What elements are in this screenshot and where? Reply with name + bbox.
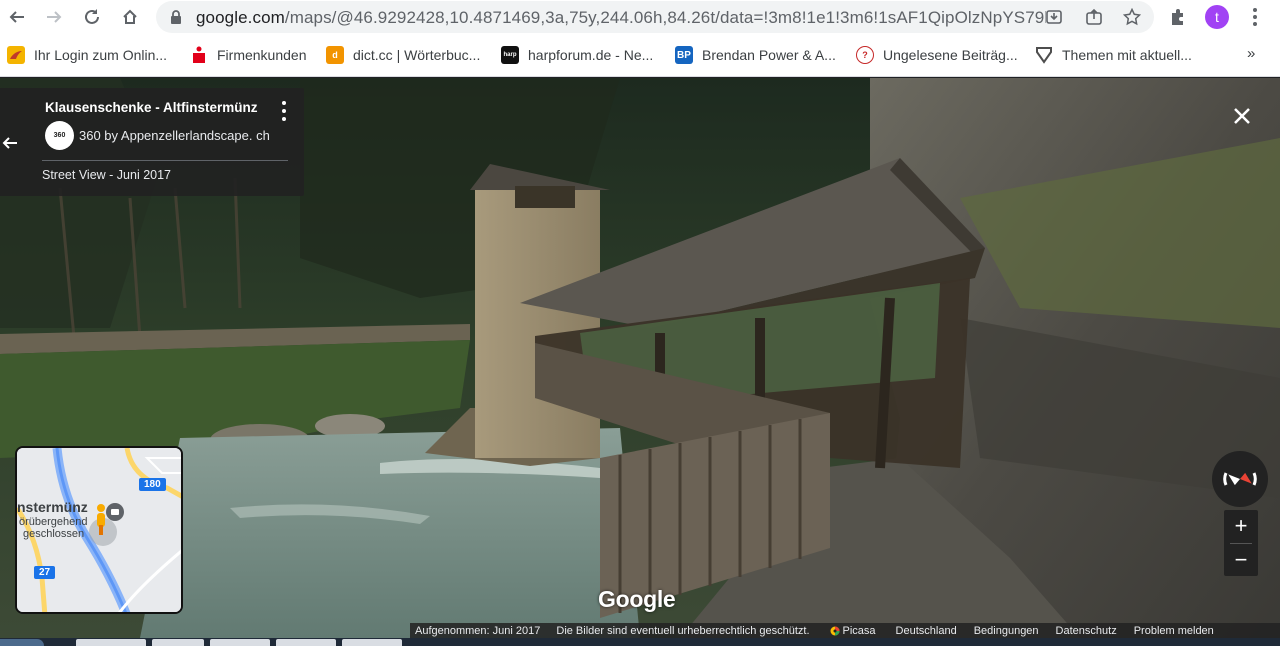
bookmark-star-icon[interactable] bbox=[1122, 7, 1142, 27]
bookmark-label: Ungelesene Beiträg... bbox=[883, 47, 1018, 63]
capture-date[interactable]: Street View - Juni 2017 bbox=[42, 168, 171, 182]
road-shield-27: 27 bbox=[34, 566, 56, 579]
bookmark-item[interactable]: ? Ungelesene Beiträg... bbox=[856, 45, 1018, 65]
picasa-label: Picasa bbox=[842, 624, 876, 637]
map-place-label: nstermünz bbox=[17, 499, 88, 515]
streetview-viewport[interactable]: Klausenschenke - Altfinstermünz 360 360 … bbox=[0, 78, 1280, 638]
bookmark-item[interactable]: harp harpforum.de - Ne... bbox=[501, 45, 653, 65]
map-place-status: örübergehend bbox=[19, 516, 88, 528]
shield-icon bbox=[1035, 46, 1053, 64]
bookmark-item[interactable]: BP Brendan Power & A... bbox=[675, 45, 836, 65]
bookmark-item[interactable]: d dict.cc | Wörterbuc... bbox=[326, 45, 480, 65]
map-footer: Aufgenommen: Juni 2017 Die Bilder sind e… bbox=[410, 623, 1280, 638]
browser-menu-icon[interactable] bbox=[1248, 6, 1262, 28]
taskbar-item[interactable] bbox=[342, 639, 402, 646]
terms-link[interactable]: Bedingungen bbox=[957, 625, 1039, 637]
country-link[interactable]: Deutschland bbox=[876, 625, 957, 637]
map-place-status: geschlossen bbox=[23, 528, 85, 540]
taskbar-item[interactable] bbox=[210, 639, 270, 646]
bookmark-label: Brendan Power & A... bbox=[702, 47, 836, 63]
lock-icon[interactable] bbox=[170, 9, 182, 30]
contributor-name[interactable]: 360 by Appenzellerlandscape. ch bbox=[79, 128, 270, 143]
share-icon[interactable] bbox=[1084, 7, 1104, 27]
close-icon[interactable] bbox=[1228, 102, 1256, 130]
bookmark-label: Themen mit aktuell... bbox=[1062, 47, 1192, 63]
bookmark-item[interactable]: Ihr Login zum Onlin... bbox=[7, 45, 167, 65]
compass-icon[interactable] bbox=[1212, 451, 1268, 507]
zoom-out-button[interactable]: − bbox=[1224, 544, 1258, 576]
bookmarks-overflow-icon[interactable]: » bbox=[1247, 45, 1255, 62]
google-logo: Google bbox=[598, 586, 676, 612]
place-info-card: Klausenschenke - Altfinstermünz 360 360 … bbox=[0, 88, 304, 196]
bookmark-item[interactable]: Themen mit aktuell... bbox=[1035, 45, 1192, 65]
pegman-icon[interactable] bbox=[92, 503, 112, 537]
contributor-avatar[interactable]: 360 bbox=[45, 121, 74, 150]
capture-info: Aufgenommen: Juni 2017 bbox=[415, 624, 541, 637]
home-icon[interactable] bbox=[117, 4, 143, 30]
bookmark-label: harpforum.de - Ne... bbox=[528, 47, 654, 63]
bookmark-label: dict.cc | Wörterbuc... bbox=[353, 47, 481, 63]
more-options-icon[interactable] bbox=[278, 99, 290, 123]
address-bar[interactable]: google.com/maps/@46.9292428,10.4871469,3… bbox=[156, 1, 1154, 33]
os-taskbar bbox=[0, 638, 1280, 646]
privacy-link[interactable]: Datenschutz bbox=[1039, 625, 1117, 637]
dict-icon: d bbox=[326, 46, 344, 64]
forum-icon: ? bbox=[856, 46, 874, 64]
back-arrow-icon[interactable] bbox=[0, 128, 20, 158]
profile-avatar[interactable]: t bbox=[1205, 5, 1229, 29]
divider bbox=[42, 160, 288, 161]
extensions-puzzle-icon[interactable] bbox=[1168, 7, 1188, 32]
bookmarks-bar: Ihr Login zum Onlin... Firmenkunden d di… bbox=[0, 35, 1280, 77]
picasa-icon bbox=[830, 626, 840, 635]
reload-icon[interactable] bbox=[79, 4, 105, 30]
sparkasse-icon bbox=[190, 46, 208, 64]
install-app-icon[interactable] bbox=[1044, 7, 1064, 27]
bank-icon bbox=[7, 46, 25, 64]
bp-icon: BP bbox=[675, 46, 693, 64]
bookmark-label: Ihr Login zum Onlin... bbox=[34, 47, 168, 63]
forward-arrow-icon[interactable] bbox=[41, 4, 67, 30]
start-button[interactable] bbox=[0, 639, 44, 646]
browser-toolbar: google.com/maps/@46.9292428,10.4871469,3… bbox=[0, 0, 1280, 35]
back-arrow-icon[interactable] bbox=[4, 4, 30, 30]
url-text: google.com/maps/@46.9292428,10.4871469,3… bbox=[196, 8, 1046, 27]
harpforum-icon: harp bbox=[501, 46, 519, 64]
zoom-in-button[interactable]: + bbox=[1224, 510, 1258, 542]
minimap[interactable]: nstermünz örübergehend geschlossen 180 2… bbox=[15, 446, 183, 614]
place-title[interactable]: Klausenschenke - Altfinstermünz bbox=[45, 100, 258, 115]
picasa-attribution[interactable]: Picasa bbox=[810, 625, 876, 637]
bookmark-label: Firmenkunden bbox=[217, 47, 307, 63]
taskbar-item[interactable] bbox=[276, 639, 336, 646]
copyright-notice: Die Bilder sind eventuell urheberrechtli… bbox=[556, 624, 810, 637]
zoom-controls: + − bbox=[1224, 510, 1258, 576]
taskbar-item[interactable] bbox=[76, 639, 146, 646]
bookmark-item[interactable]: Firmenkunden bbox=[190, 45, 307, 65]
taskbar-item[interactable] bbox=[152, 639, 204, 646]
road-shield-180: 180 bbox=[139, 478, 166, 491]
report-problem-link[interactable]: Problem melden bbox=[1117, 625, 1214, 637]
